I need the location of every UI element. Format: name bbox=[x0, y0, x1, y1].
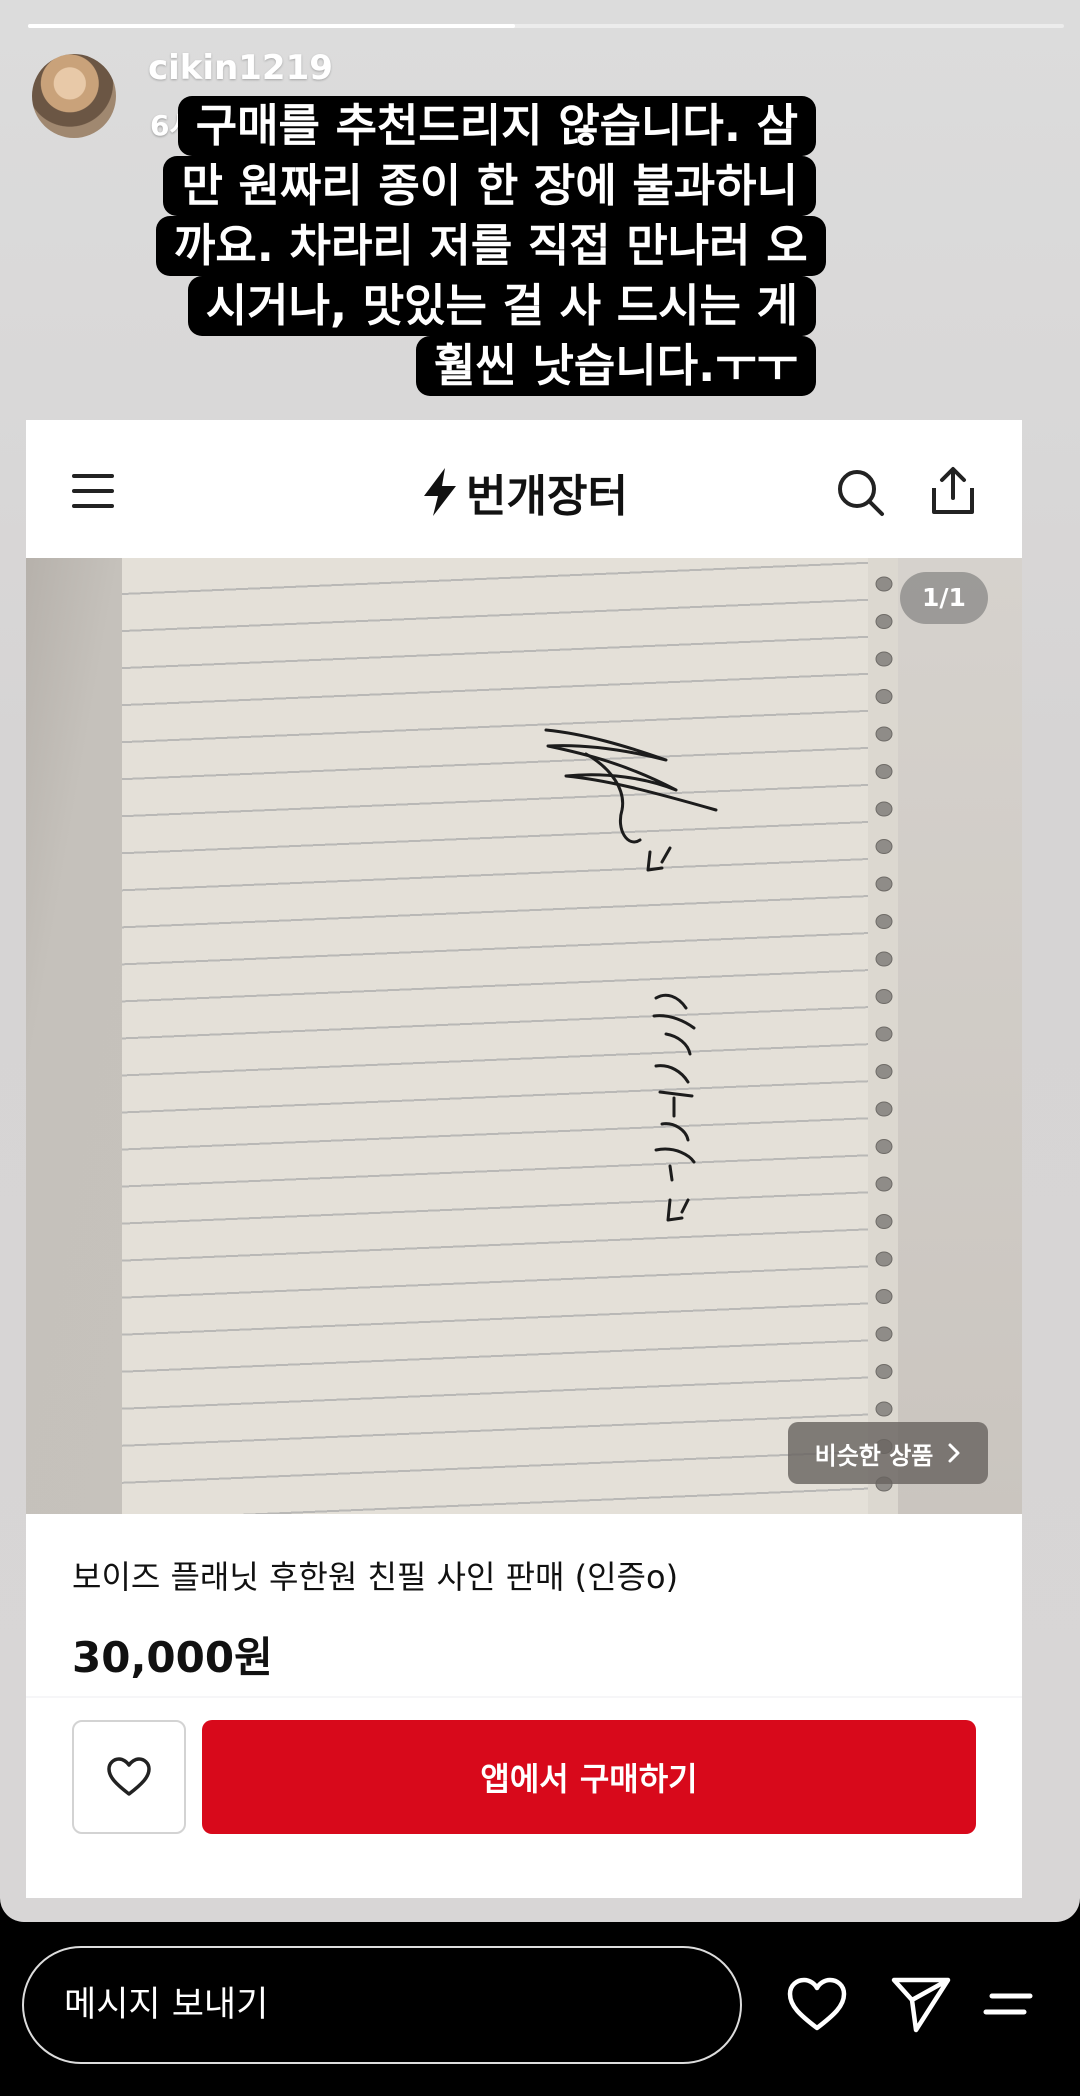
product-price: 30,000원 bbox=[72, 1633, 273, 1682]
heart-icon bbox=[107, 1757, 151, 1796]
caption-line: 구매를 추천드리지 않습니다. 삼 bbox=[177, 96, 816, 156]
story-frame: cikin1219 6시간 전 번개장터 bbox=[0, 0, 1080, 1922]
avatar[interactable] bbox=[32, 54, 116, 138]
similar-products-label: 비슷한 상품 bbox=[814, 1441, 934, 1470]
username[interactable]: cikin1219 bbox=[148, 48, 333, 88]
image-counter: 1/1 bbox=[900, 572, 988, 624]
more-icon[interactable] bbox=[980, 1972, 1036, 2036]
caption-line: 까요. 차라리 저를 직접 만나러 오 bbox=[156, 216, 826, 276]
handwritten-signature bbox=[544, 728, 718, 1222]
message-placeholder: 메시지 보내기 bbox=[64, 1985, 269, 2025]
bolt-icon bbox=[424, 468, 457, 516]
send-icon[interactable] bbox=[890, 1972, 952, 2036]
product-photo[interactable]: 1/1 비슷한 상품 bbox=[26, 558, 1022, 1514]
product-title: 보이즈 플래닛 후한원 친필 사인 판매 (인증o) bbox=[72, 1558, 679, 1596]
listing-screenshot: 번개장터 1/1 비슷한 상품 보이즈 플래닛 후한원 친필 사인 판매 (인증… bbox=[26, 420, 1022, 1898]
story-progress-fill bbox=[28, 24, 515, 28]
story-progress-bar bbox=[28, 24, 1064, 28]
message-input[interactable]: 메시지 보내기 bbox=[22, 1946, 742, 2064]
caption-line: 시거나, 맛있는 걸 사 드시는 게 bbox=[187, 276, 816, 336]
chevron-right-icon bbox=[948, 1443, 960, 1463]
brand-name: 번개장터 bbox=[466, 471, 628, 522]
product-info: 보이즈 플래닛 후한원 친필 사인 판매 (인증o) 30,000원 bbox=[26, 1514, 1022, 1696]
favorite-button[interactable] bbox=[72, 1720, 186, 1834]
heart-icon[interactable] bbox=[786, 1972, 848, 2036]
story-caption: 구매를 추천드리지 않습니다. 삼만 원짜리 종이 한 장에 불과하니 까요. 차… bbox=[156, 96, 826, 396]
search-icon[interactable] bbox=[836, 468, 886, 518]
similar-products-button[interactable]: 비슷한 상품 bbox=[788, 1422, 988, 1484]
purchase-bar: 앱에서 구매하기 bbox=[26, 1698, 1022, 1898]
buy-in-app-button[interactable]: 앱에서 구매하기 bbox=[202, 1720, 976, 1834]
caption-line: 만 원짜리 종이 한 장에 불과하니 bbox=[163, 156, 816, 216]
caption-line: 훨씬 낫습니다.ㅜㅜ bbox=[416, 336, 816, 396]
app-header: 번개장터 bbox=[26, 420, 1022, 558]
share-icon[interactable] bbox=[928, 464, 978, 518]
